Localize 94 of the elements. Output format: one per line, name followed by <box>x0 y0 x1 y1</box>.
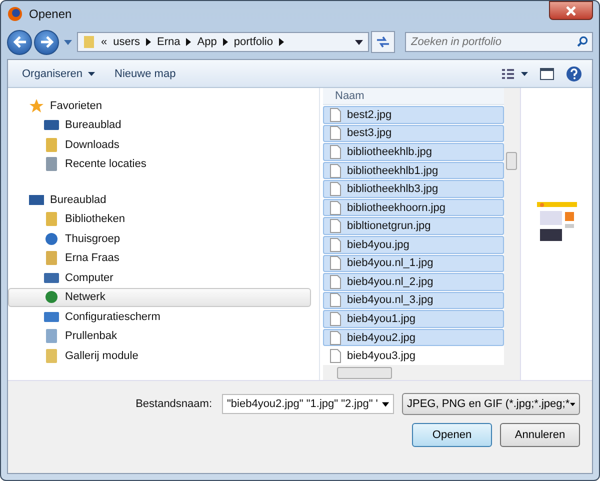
file-icon <box>330 126 341 140</box>
nav-item[interactable]: Prullenbak <box>8 326 311 346</box>
nav-icon <box>44 270 59 285</box>
file-icon <box>330 182 341 196</box>
folder-icon <box>83 35 95 49</box>
file-row[interactable]: bieb4you1.jpg <box>323 310 504 328</box>
file-row[interactable]: bibltionetgrun.jpg <box>323 217 504 235</box>
breadcrumb-segment[interactable]: App <box>197 36 217 48</box>
filename-label: Bestandsnaam: <box>136 398 212 410</box>
filename-field[interactable]: "bieb4you2.jpg" "1.jpg" "2.jpg" ' <box>222 394 394 414</box>
chevron-icon[interactable] <box>222 38 228 46</box>
window-title: Openen <box>29 7 72 21</box>
nav-item[interactable]: Gallerij module <box>8 346 311 366</box>
file-row[interactable]: bieb4you.jpg <box>323 236 504 254</box>
file-icon <box>330 108 341 122</box>
open-button[interactable]: Openen <box>412 423 492 447</box>
view-options-icon[interactable] <box>502 68 528 80</box>
nav-item[interactable]: Bibliotheken <box>8 210 311 229</box>
caret-icon[interactable] <box>355 40 363 44</box>
close-icon <box>565 6 577 16</box>
nav-icon <box>29 98 44 113</box>
close-button[interactable] <box>549 1 593 20</box>
forward-button[interactable] <box>34 30 59 54</box>
file-row[interactable]: bieb4you.nl_3.jpg <box>323 292 504 310</box>
organize-button[interactable]: Organiseren <box>18 66 99 82</box>
nav-item[interactable]: Downloads <box>8 135 311 154</box>
nav-icon <box>44 232 59 246</box>
nav-icon <box>44 118 59 132</box>
column-header[interactable]: Naam <box>323 88 504 106</box>
file-row[interactable]: bieb4you2.jpg <box>323 328 504 346</box>
nav-item[interactable]: Erna Fraas <box>8 248 311 268</box>
back-arrow-icon <box>12 36 26 48</box>
breadcrumb-segment[interactable]: portfolio <box>234 36 273 48</box>
file-type-dropdown[interactable]: JPEG, PNG en GIF (*.jpg;*.jpeg;* <box>402 393 580 415</box>
caret-icon[interactable] <box>382 402 389 406</box>
nav-item[interactable]: Bureaublad <box>8 116 311 135</box>
browser-icon <box>7 6 23 22</box>
cancel-button[interactable]: Annuleren <box>500 423 580 447</box>
nav-item[interactable]: Computer <box>8 268 311 288</box>
file-icon <box>330 219 341 234</box>
caret-icon <box>570 402 575 406</box>
nav-item[interactable]: Thuisgroep <box>8 229 311 248</box>
horizontal-scrollbar[interactable] <box>323 364 504 380</box>
refresh-icon <box>376 36 390 48</box>
caret-icon <box>88 72 95 76</box>
chevron-icon[interactable] <box>186 38 192 46</box>
nav-item[interactable]: Netwerk <box>8 288 311 307</box>
file-icon <box>330 293 341 308</box>
nav-icon <box>44 157 59 172</box>
new-folder-button[interactable]: Nieuwe map <box>110 66 180 82</box>
help-icon[interactable] <box>566 66 582 82</box>
forward-arrow-icon <box>40 36 54 48</box>
file-row[interactable]: bibliotheekhlb1.jpg <box>323 162 504 180</box>
nav-icon <box>29 192 44 207</box>
chevron-icon[interactable] <box>279 38 284 46</box>
nav-icon <box>44 329 59 344</box>
file-row[interactable]: bibliotheekhlb.jpg <box>323 143 504 161</box>
file-icon <box>330 144 341 159</box>
file-icon <box>330 349 341 364</box>
file-icon <box>330 256 341 270</box>
file-row[interactable]: bibliotheekhlb3.jpg <box>323 180 504 198</box>
file-icon <box>330 200 341 215</box>
file-row[interactable]: bieb4you3.jpg <box>323 347 504 365</box>
chevron-icon[interactable] <box>146 38 152 46</box>
search-field[interactable]: Zoeken in portfolio <box>405 32 593 52</box>
nav-item[interactable]: Bureaublad <box>8 190 311 210</box>
file-icon <box>330 164 341 178</box>
file-row[interactable]: best3.jpg <box>323 124 504 142</box>
nav-icon <box>44 251 59 266</box>
breadcrumb-segment[interactable]: users <box>113 36 140 48</box>
vertical-scrollbar[interactable] <box>504 88 520 380</box>
file-row[interactable]: best2.jpg <box>323 106 504 124</box>
file-icon <box>330 312 341 326</box>
file-icon <box>330 330 341 345</box>
file-row[interactable]: bieb4you.nl_2.jpg <box>323 273 504 291</box>
search-icon <box>577 36 588 47</box>
breadcrumb-segment[interactable]: Erna <box>157 36 180 48</box>
address-bar[interactable]: « users Erna App portfolio <box>77 32 369 52</box>
file-row[interactable]: bibliotheekhoorn.jpg <box>323 198 504 216</box>
nav-icon <box>44 348 59 363</box>
nav-icon <box>44 290 59 304</box>
nav-icon <box>44 138 59 152</box>
nav-icon <box>44 310 59 324</box>
nav-item[interactable]: Configuratiescherm <box>8 307 311 326</box>
nav-item[interactable]: Favorieten <box>8 96 311 116</box>
refresh-button[interactable] <box>371 31 395 53</box>
file-icon <box>330 274 341 289</box>
overflow-chevron[interactable]: « <box>101 36 108 48</box>
file-icon <box>330 238 341 252</box>
nav-icon <box>44 212 59 226</box>
file-row[interactable]: bieb4you.nl_1.jpg <box>323 254 504 272</box>
back-button[interactable] <box>7 30 32 54</box>
nav-item[interactable]: Recente locaties <box>8 154 311 174</box>
preview-pane-icon[interactable] <box>540 68 554 80</box>
